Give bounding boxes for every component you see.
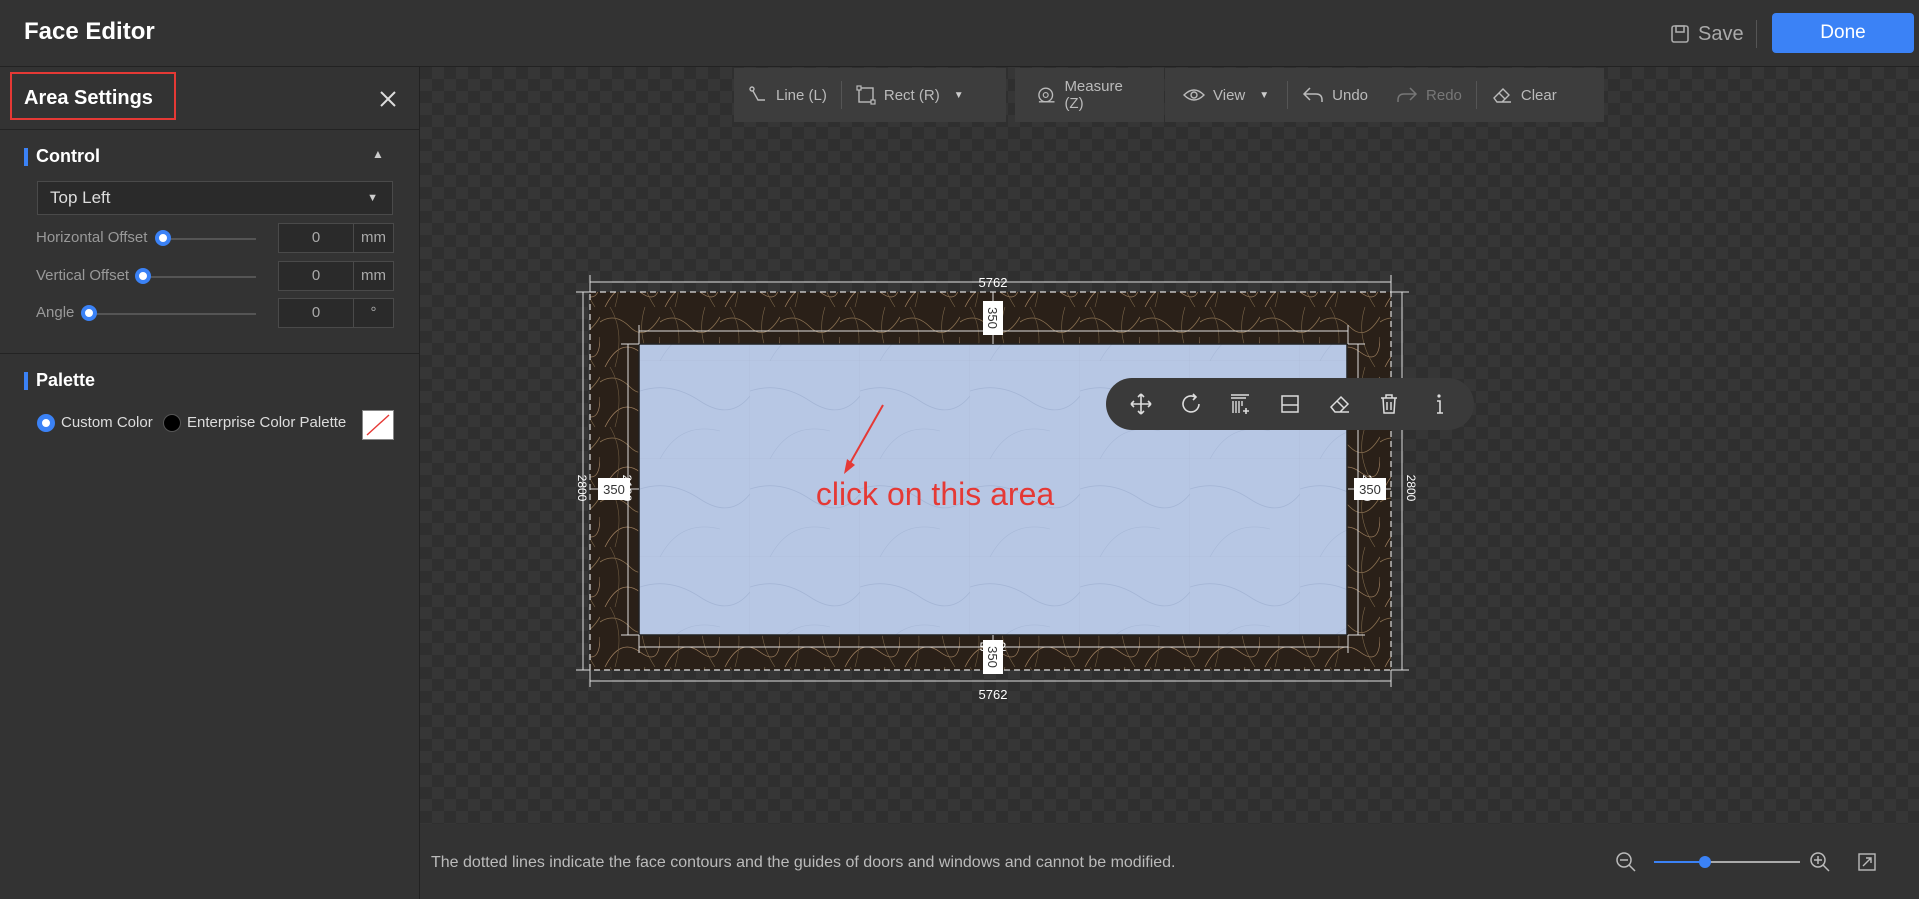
done-button[interactable]: Done [1772, 13, 1914, 53]
info-icon[interactable] [1427, 392, 1451, 416]
status-bar: The dotted lines indicate the face conto… [420, 824, 1919, 899]
dim-label-top-outer: 5762 [979, 275, 1008, 290]
rotate-icon[interactable] [1179, 392, 1203, 416]
save-button[interactable]: Save [1670, 18, 1744, 50]
angle-input[interactable]: 0 ° [278, 298, 394, 328]
control-heading: Control [36, 146, 100, 166]
color-swatch[interactable] [362, 410, 394, 440]
annotation-text: click on this area [816, 476, 1055, 512]
horizontal-offset-unit: mm [361, 229, 386, 246]
angle-label: Angle [36, 304, 75, 321]
zoom-slider-thumb[interactable] [1699, 856, 1712, 868]
vertical-offset-input[interactable]: 0 mm [278, 261, 394, 291]
zoom-out-icon[interactable] [1615, 851, 1637, 873]
angle-thumb[interactable] [81, 305, 97, 321]
close-icon[interactable] [374, 85, 402, 113]
anchor-select-value: Top Left [50, 188, 111, 207]
horizontal-offset-input[interactable]: 0 mm [278, 223, 394, 253]
move-icon[interactable] [1129, 392, 1153, 416]
delete-icon[interactable] [1377, 392, 1401, 416]
border-bottom-tag: 350 [985, 646, 1000, 668]
custom-color-radio[interactable] [37, 414, 55, 432]
horizontal-offset-label: Horizontal Offset [36, 229, 148, 246]
save-icon [1671, 25, 1689, 43]
enterprise-palette-label: Enterprise Color Palette [187, 414, 347, 431]
section-marker [24, 372, 28, 390]
zoom-in-icon[interactable] [1809, 851, 1831, 873]
collapse-icon[interactable]: ▲ [372, 147, 384, 161]
dim-label-bottom-outer: 5762 [979, 687, 1008, 702]
vertical-offset-unit: mm [361, 267, 386, 284]
vertical-offset-slider[interactable] [136, 276, 256, 278]
vertical-offset-value[interactable]: 0 [279, 262, 354, 290]
dim-label-right-outer: 2800 [1404, 475, 1418, 502]
horizontal-offset-value[interactable]: 0 [279, 224, 354, 252]
horizontal-offset-thumb[interactable] [155, 230, 171, 246]
drawing-canvas[interactable]: Line (L) Rect (R) ▼ Measure (Z) View ▼ U… [420, 67, 1919, 824]
eraser-icon[interactable] [1328, 392, 1352, 416]
angle-value[interactable]: 0 [279, 299, 354, 327]
section-marker [24, 148, 28, 166]
save-label: Save [1698, 22, 1744, 45]
element-toolbar [1106, 378, 1474, 430]
fit-to-screen-icon[interactable] [1857, 852, 1877, 872]
horizontal-offset-slider[interactable] [156, 238, 256, 240]
chevron-down-icon: ▼ [367, 192, 378, 204]
angle-slider[interactable] [82, 313, 256, 315]
split-icon[interactable] [1278, 392, 1302, 416]
no-color-icon [366, 414, 390, 436]
panel-title: Area Settings [24, 87, 153, 109]
header-divider [1756, 20, 1757, 48]
angle-unit: ° [370, 304, 377, 321]
anchor-select[interactable]: Top Left ▼ [37, 181, 393, 215]
face-drawing[interactable]: 5762 5762 5062 2800 2100 2100 2800 350 3… [420, 67, 1919, 824]
vertical-offset-thumb[interactable] [135, 268, 151, 284]
vertical-offset-label: Vertical Offset [36, 267, 130, 284]
custom-color-label: Custom Color [61, 414, 153, 431]
border-right-tag: 350 [1359, 482, 1381, 497]
enterprise-palette-radio[interactable] [163, 414, 181, 432]
border-top-tag: 350 [985, 307, 1000, 329]
dim-label-left-outer: 2800 [575, 475, 589, 502]
app-title: Face Editor [24, 18, 155, 45]
layers-add-icon[interactable] [1228, 392, 1252, 416]
area-settings-panel: Area Settings Control ▲ Top Left ▼ Horiz… [0, 67, 420, 899]
border-left-tag: 350 [603, 482, 625, 497]
divider [0, 353, 419, 354]
divider [0, 129, 419, 130]
zoom-slider-fill [1654, 861, 1706, 863]
status-message: The dotted lines indicate the face conto… [431, 854, 1176, 871]
header-bar: Face Editor Save Done [0, 0, 1919, 67]
palette-heading: Palette [36, 370, 96, 390]
